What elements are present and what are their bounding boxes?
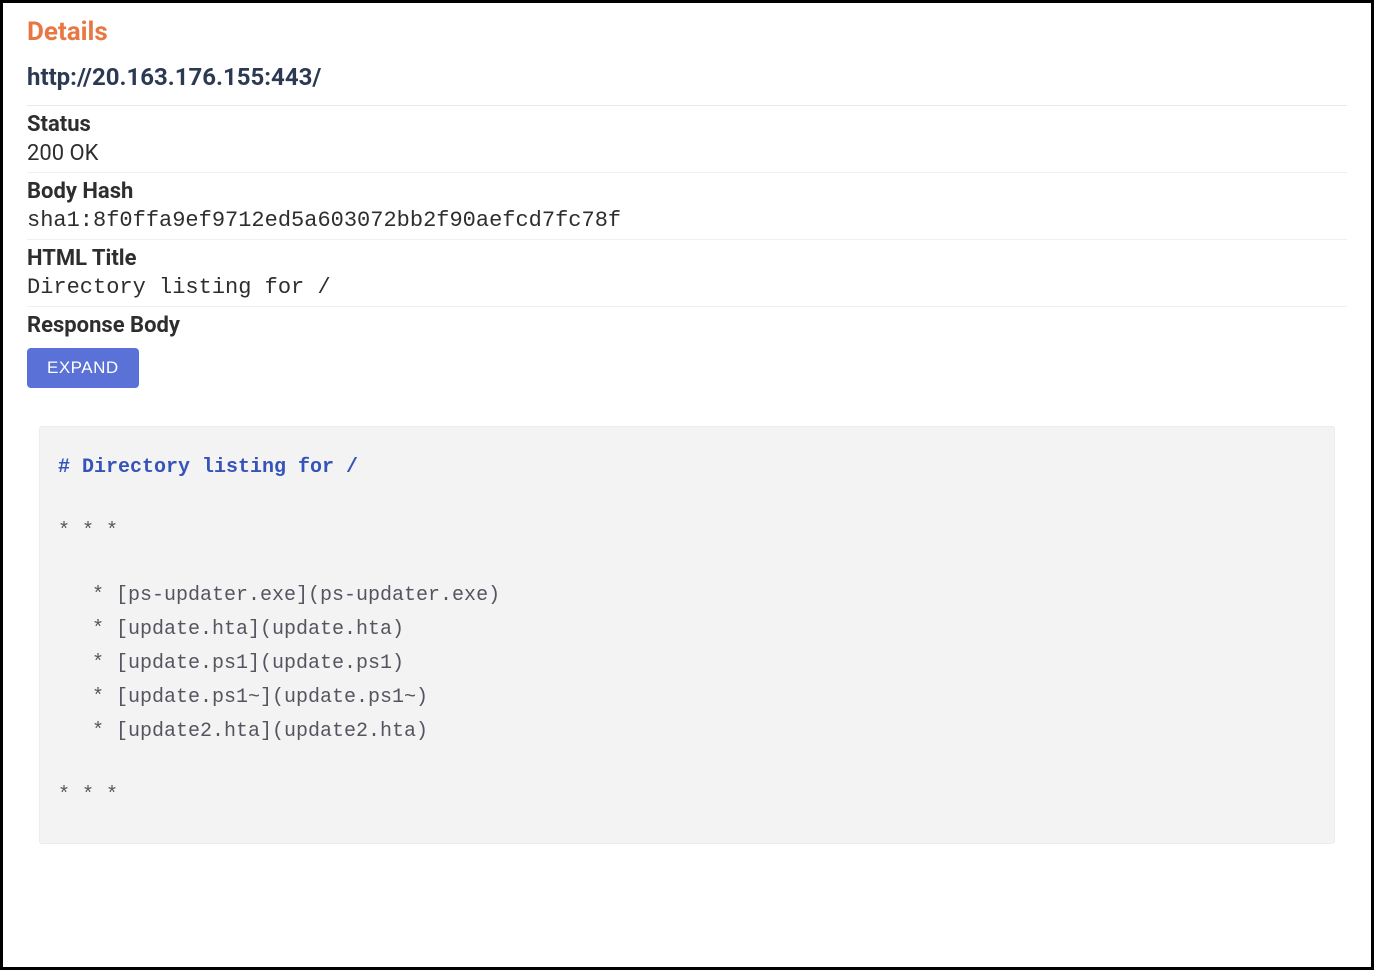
- details-title: Details: [27, 17, 1347, 47]
- response-file-item: * [update.ps1](update.ps1): [92, 647, 1316, 681]
- details-url: http://20.163.176.155:443/: [27, 63, 1347, 91]
- response-body-content: # Directory listing for / * * * * [ps-up…: [39, 426, 1335, 844]
- response-heading: # Directory listing for /: [58, 451, 1316, 485]
- body-hash-field: Body Hash sha1:8f0ffa9ef9712ed5a603072bb…: [27, 173, 1347, 240]
- response-file-item: * [ps-updater.exe](ps-updater.exe): [92, 579, 1316, 613]
- body-hash-label: Body Hash: [27, 179, 1347, 204]
- response-file-item: * [update.hta](update.hta): [92, 613, 1316, 647]
- response-file-item: * [update2.hta](update2.hta): [92, 715, 1316, 749]
- details-panel: Details http://20.163.176.155:443/ Statu…: [0, 0, 1374, 970]
- response-file-list: * [ps-updater.exe](ps-updater.exe) * [up…: [92, 579, 1316, 749]
- response-file-item: * [update.ps1~](update.ps1~): [92, 681, 1316, 715]
- expand-button[interactable]: EXPAND: [27, 348, 139, 388]
- html-title-label: HTML Title: [27, 246, 1347, 271]
- response-separator-top: * * *: [58, 515, 1316, 549]
- response-body-field: Response Body EXPAND: [27, 307, 1347, 398]
- status-label: Status: [27, 112, 1347, 137]
- response-separator-bottom: * * *: [58, 779, 1316, 813]
- html-title-field: HTML Title Directory listing for /: [27, 240, 1347, 307]
- response-body-label: Response Body: [27, 313, 1347, 338]
- status-value: 200 OK: [27, 141, 1347, 166]
- status-field: Status 200 OK: [27, 106, 1347, 173]
- html-title-value: Directory listing for /: [27, 275, 1347, 300]
- body-hash-value: sha1:8f0ffa9ef9712ed5a603072bb2f90aefcd7…: [27, 208, 1347, 233]
